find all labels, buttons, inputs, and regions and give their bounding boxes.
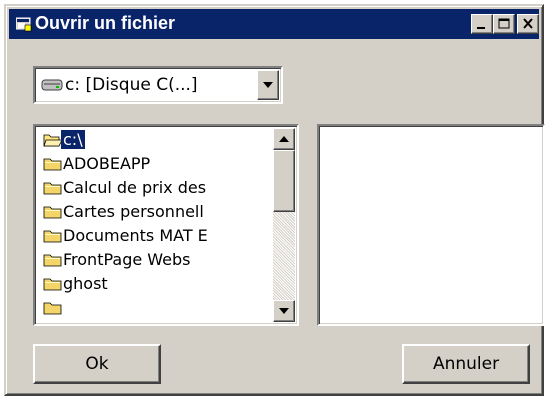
file-list[interactable]	[317, 124, 545, 326]
folder-item[interactable]: ADOBEAPP	[37, 152, 269, 176]
window-title: Ouvrir un fichier	[35, 13, 176, 33]
folder-item[interactable]: Cartes personnell	[37, 200, 269, 224]
folder-item[interactable]: Documents MAT E	[37, 224, 269, 248]
folder-list[interactable]: c:\ ADOBEAPP Calcul de prix des Cartes p…	[33, 124, 299, 326]
folder-item-label: ADOBEAPP	[63, 154, 151, 173]
drive-dropdown-button[interactable]	[257, 70, 279, 100]
folder-icon	[43, 206, 62, 219]
folder-item-label: Calcul de prix des	[63, 178, 207, 197]
folder-item[interactable]: ghost	[37, 272, 269, 296]
cancel-button[interactable]: Annuler	[402, 344, 530, 384]
app-icon	[16, 17, 32, 32]
open-folder-icon	[43, 134, 63, 147]
drive-select[interactable]: c: [Disque C(...]	[33, 66, 283, 104]
scroll-down-button[interactable]	[273, 300, 295, 322]
minimize-icon	[477, 27, 485, 29]
folder-item-label: Documents MAT E	[63, 226, 208, 245]
folder-item[interactable]: FrontPage Webs	[37, 248, 269, 272]
minimize-button[interactable]	[471, 14, 493, 34]
folder-icon	[43, 182, 62, 195]
folder-item[interactable]: Calcul de prix des	[37, 176, 269, 200]
folder-item-label: ghost	[63, 274, 108, 293]
maximize-button[interactable]	[493, 14, 515, 34]
folder-icon	[43, 254, 62, 267]
title-bar[interactable]: Ouvrir un fichier	[9, 9, 539, 39]
drive-select-value: c: [Disque C(...]	[65, 75, 198, 95]
scroll-up-button[interactable]	[273, 128, 295, 150]
folder-item-label: c:\	[61, 130, 85, 149]
folder-item-label: FrontPage Webs	[63, 250, 191, 269]
close-button[interactable]	[517, 14, 539, 34]
folder-icon	[43, 230, 62, 243]
folder-icon	[43, 158, 62, 171]
folder-list-scrollbar[interactable]	[273, 128, 295, 322]
chevron-down-icon	[279, 308, 289, 314]
folder-item-label: Cartes personnell	[63, 202, 204, 221]
scroll-thumb[interactable]	[273, 150, 295, 212]
folder-icon	[43, 302, 62, 315]
folder-item-root[interactable]: c:\	[37, 128, 269, 152]
folder-icon	[43, 278, 62, 291]
open-file-dialog: Ouvrir un fichier c: [Disque C(...] c:\ …	[4, 4, 545, 396]
chevron-down-icon	[263, 82, 273, 88]
ok-button[interactable]: Ok	[33, 344, 161, 384]
drive-icon	[41, 79, 63, 91]
folder-item-partial[interactable]	[37, 296, 269, 320]
maximize-icon	[498, 18, 510, 29]
close-icon	[523, 18, 533, 29]
chevron-up-icon	[279, 136, 289, 142]
